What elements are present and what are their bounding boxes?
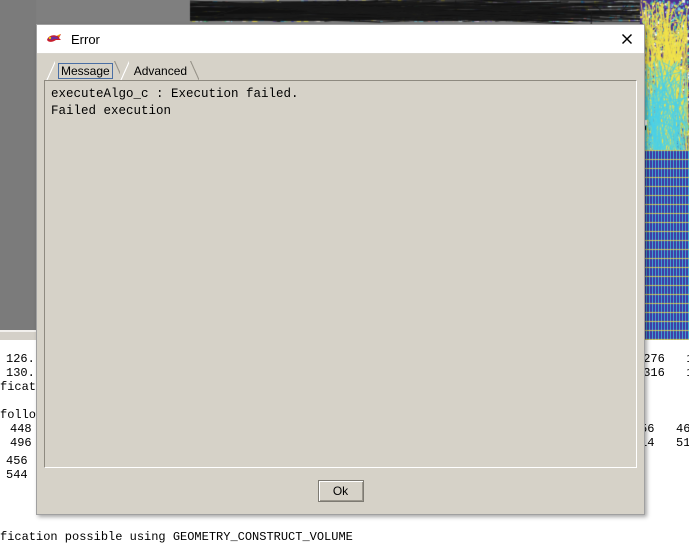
error-dialog[interactable]: Error Message Advanced executeAlgo_c : E… <box>36 24 645 515</box>
application-logo-icon <box>45 31 63 47</box>
viewport-left-panel <box>0 0 36 330</box>
console-line: 496 <box>10 436 32 450</box>
console-line: 448 <box>10 422 32 436</box>
dialog-tabstrip[interactable]: Message Advanced <box>44 60 637 81</box>
dialog-titlebar[interactable]: Error <box>37 25 644 54</box>
tab-advanced-label: Advanced <box>133 64 188 78</box>
dialog-title: Error <box>71 31 100 47</box>
close-icon[interactable] <box>616 28 638 50</box>
dialog-body: Message Advanced executeAlgo_c : Executi… <box>37 54 644 468</box>
console-line: fication possible using GEOMETRY_CONSTRU… <box>0 530 353 544</box>
console-line: 14 515 <box>640 436 689 450</box>
tab-message-label: Message <box>58 63 113 79</box>
tab-message[interactable]: Message <box>46 61 123 81</box>
console-line: 130. <box>6 366 35 380</box>
console-line: 126. <box>6 352 35 366</box>
tab-advanced[interactable]: Advanced <box>119 61 200 81</box>
ok-button[interactable]: Ok <box>317 480 364 502</box>
dialog-button-bar: Ok <box>37 468 644 514</box>
console-line: 56 467 <box>640 422 689 436</box>
error-message-text[interactable]: executeAlgo_c : Execution failed. Failed… <box>44 80 637 468</box>
